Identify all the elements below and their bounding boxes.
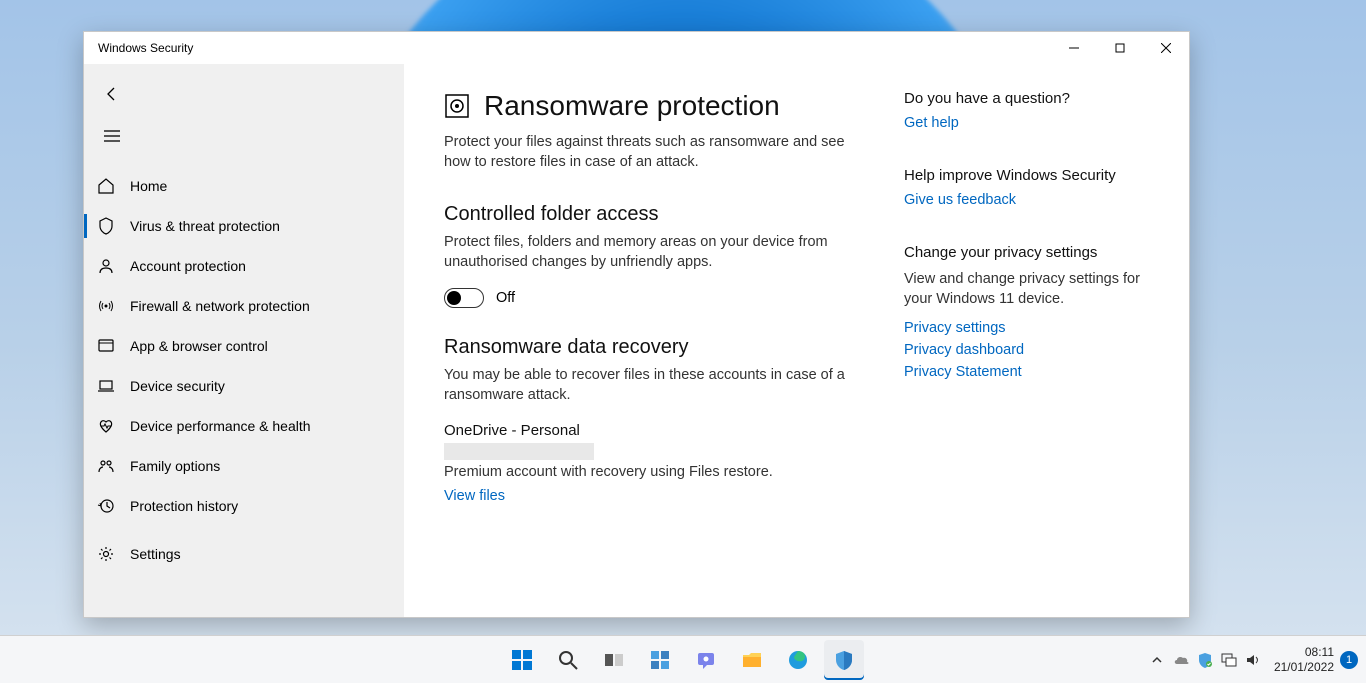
ransomware-icon (444, 93, 470, 119)
sidebar-item-perfhealth[interactable]: Device performance & health (84, 406, 404, 446)
window-title: Windows Security (98, 41, 1051, 55)
close-button[interactable] (1143, 32, 1189, 64)
home-icon (96, 176, 116, 196)
sidebar-item-label: Virus & threat protection (130, 218, 280, 234)
sidebar-item-history[interactable]: Protection history (84, 486, 404, 526)
sidebar-item-label: App & browser control (130, 338, 268, 354)
page-title-text: Ransomware protection (484, 90, 780, 122)
feedback-link[interactable]: Give us feedback (904, 192, 1149, 208)
sidebar-item-family[interactable]: Family options (84, 446, 404, 486)
content-area: Ransomware protection Protect your files… (404, 64, 1189, 617)
onedrive-account-name: OneDrive - Personal (444, 422, 854, 439)
controlled-folder-toggle[interactable] (444, 288, 484, 308)
windows-security-window: Windows Security (83, 31, 1190, 618)
maximize-button[interactable] (1097, 32, 1143, 64)
page-title: Ransomware protection (444, 90, 854, 122)
person-icon (96, 256, 116, 276)
family-icon (96, 456, 116, 476)
start-button[interactable] (502, 640, 542, 680)
privacy-description: View and change privacy settings for you… (904, 269, 1149, 310)
laptop-icon (96, 376, 116, 396)
network-icon (96, 296, 116, 316)
app-icon (96, 336, 116, 356)
titlebar[interactable]: Windows Security (84, 32, 1189, 64)
minimize-button[interactable] (1051, 32, 1097, 64)
taskview-button[interactable] (594, 640, 634, 680)
edge-button[interactable] (778, 640, 818, 680)
view-files-link[interactable]: View files (444, 488, 854, 504)
sidebar-item-virus[interactable]: Virus & threat protection (84, 206, 404, 246)
onedrive-tray-icon[interactable] (1172, 651, 1190, 669)
tray-chevron-icon[interactable] (1148, 651, 1166, 669)
sidebar-item-settings[interactable]: Settings (84, 534, 404, 574)
onedrive-account-desc: Premium account with recovery using File… (444, 464, 854, 480)
sidebar-item-label: Device performance & health (130, 418, 311, 434)
improve-heading: Help improve Windows Security (904, 167, 1149, 184)
explorer-button[interactable] (732, 640, 772, 680)
widgets-button[interactable] (640, 640, 680, 680)
sidebar-item-devicesec[interactable]: Device security (84, 366, 404, 406)
sidebar-item-appbrowser[interactable]: App & browser control (84, 326, 404, 366)
sidebar-item-label: Device security (130, 378, 225, 394)
hamburger-button[interactable] (92, 118, 132, 154)
clock-date: 21/01/2022 (1274, 660, 1334, 674)
sidebar-item-firewall[interactable]: Firewall & network protection (84, 286, 404, 326)
privacy-heading: Change your privacy settings (904, 244, 1149, 261)
clock-time: 08:11 (1274, 645, 1334, 659)
page-description: Protect your files against threats such … (444, 132, 854, 173)
sidebar-item-label: Firewall & network protection (130, 298, 310, 314)
sidebar-item-account[interactable]: Account protection (84, 246, 404, 286)
sidebar-item-home[interactable]: Home (84, 166, 404, 206)
history-icon (96, 496, 116, 516)
shield-icon (96, 216, 116, 236)
get-help-link[interactable]: Get help (904, 115, 1149, 131)
question-heading: Do you have a question? (904, 90, 1149, 107)
notification-badge[interactable]: 1 (1340, 651, 1358, 669)
search-button[interactable] (548, 640, 588, 680)
privacy-settings-link[interactable]: Privacy settings (904, 320, 1149, 336)
heart-icon (96, 416, 116, 436)
sidebar: Home Virus & threat protection Account p… (84, 64, 404, 617)
chat-button[interactable] (686, 640, 726, 680)
back-button[interactable] (92, 76, 132, 112)
windows-security-taskbar-button[interactable] (824, 640, 864, 680)
gear-icon (96, 544, 116, 564)
sidebar-item-label: Home (130, 178, 167, 194)
controlled-folder-heading: Controlled folder access (444, 203, 854, 226)
taskbar-clock[interactable]: 08:11 21/01/2022 (1274, 645, 1334, 674)
recovery-description: You may be able to recover files in thes… (444, 365, 854, 406)
sidebar-item-label: Family options (130, 458, 220, 474)
privacy-dashboard-link[interactable]: Privacy dashboard (904, 342, 1149, 358)
sidebar-item-label: Account protection (130, 258, 246, 274)
sidebar-item-label: Protection history (130, 498, 238, 514)
toggle-state-label: Off (496, 290, 515, 306)
taskbar: 08:11 21/01/2022 1 (0, 635, 1366, 683)
recovery-heading: Ransomware data recovery (444, 336, 854, 359)
network-tray-icon[interactable] (1220, 651, 1238, 669)
volume-tray-icon[interactable] (1244, 651, 1262, 669)
redacted-email (444, 443, 594, 460)
sidebar-item-label: Settings (130, 546, 181, 562)
controlled-folder-description: Protect files, folders and memory areas … (444, 232, 854, 273)
security-tray-icon[interactable] (1196, 651, 1214, 669)
privacy-statement-link[interactable]: Privacy Statement (904, 364, 1149, 380)
